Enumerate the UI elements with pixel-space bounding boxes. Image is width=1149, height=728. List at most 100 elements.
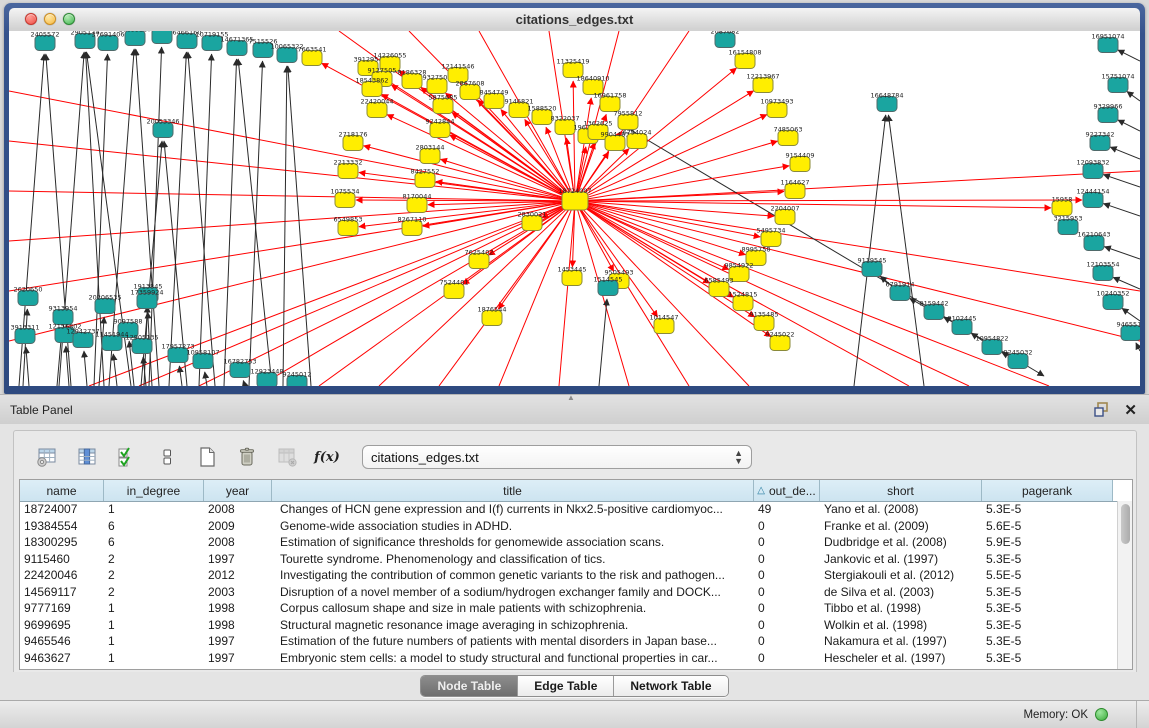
graph-node-yellow[interactable]: 2213332 xyxy=(334,159,363,179)
citation-edge-red[interactable] xyxy=(387,115,567,198)
citation-edge-red[interactable] xyxy=(499,209,572,386)
graph-node-teal[interactable]: 9245012 xyxy=(283,371,312,387)
graph-node-teal[interactable]: 9329966 xyxy=(1094,103,1123,123)
citation-edge-black[interactable] xyxy=(26,347,29,386)
citation-edge-black[interactable] xyxy=(283,66,287,386)
graph-node-yellow[interactable]: 16961758 xyxy=(593,92,626,112)
citation-edge-red[interactable] xyxy=(9,202,566,241)
citation-edge-black[interactable] xyxy=(1136,343,1140,351)
citation-edge-black[interactable] xyxy=(188,52,215,386)
graph-node-teal[interactable]: 9245032 xyxy=(1004,349,1033,369)
select-columns-button[interactable] xyxy=(114,444,140,470)
citation-edge-red[interactable] xyxy=(359,172,566,199)
table-row[interactable]: 1456911722003Disruption of a novel membe… xyxy=(20,584,1117,601)
citation-edge-black[interactable] xyxy=(113,354,117,386)
vertical-scrollbar[interactable] xyxy=(1117,501,1132,669)
splitter-notch[interactable]: ▲ xyxy=(567,394,575,402)
table-row[interactable]: 977716911998Corpus callosum shape and si… xyxy=(20,600,1117,617)
citation-edge-red[interactable] xyxy=(584,191,784,200)
table-mode-button[interactable] xyxy=(34,444,60,470)
column-header-year[interactable]: year xyxy=(204,480,272,501)
graph-node-yellow[interactable]: 12213967 xyxy=(746,73,779,93)
graph-node-yellow[interactable]: 5875685 xyxy=(429,94,458,114)
column-header-pagerank[interactable]: pagerank xyxy=(982,480,1113,501)
graph-node-yellow[interactable]: 7524401 xyxy=(440,279,469,299)
citation-edge-red[interactable] xyxy=(573,81,575,192)
column-header-short[interactable]: short xyxy=(820,480,982,501)
column-header-out_de[interactable]: △out_de... xyxy=(754,480,820,501)
graph-node-teal[interactable]: 10240352 xyxy=(1096,290,1129,310)
graph-node-yellow[interactable]: 1453445 xyxy=(558,266,587,286)
citation-edge-black[interactable] xyxy=(854,115,886,386)
float-panel-icon[interactable] xyxy=(1094,402,1112,418)
citation-edge-red[interactable] xyxy=(580,209,689,386)
graph-node-yellow[interactable]: 7625402 xyxy=(465,249,494,269)
graph-node-yellow[interactable]: 9327508 xyxy=(423,74,452,94)
citation-edge-black[interactable] xyxy=(1110,147,1140,159)
graph-node-teal[interactable]: 9227342 xyxy=(1086,131,1115,151)
citation-edge-black[interactable] xyxy=(599,299,607,386)
graph-node-teal[interactable]: 1514545 xyxy=(594,276,623,296)
graph-node-yellow[interactable]: 15958 xyxy=(1052,196,1073,216)
graph-node-yellow[interactable]: 22420044 xyxy=(360,98,393,118)
graph-node-yellow[interactable]: 2718176 xyxy=(339,131,368,151)
delete-table-button[interactable] xyxy=(274,444,300,470)
graph-node-teal[interactable]: 15751074 xyxy=(1101,73,1134,93)
citation-edge-red[interactable] xyxy=(9,191,566,201)
graph-node-yellow[interactable]: 8170044 xyxy=(403,193,432,213)
graph-node-yellow[interactable]: 1876544 xyxy=(478,306,507,326)
graph-node-yellow[interactable]: 1014547 xyxy=(650,314,679,334)
citation-edge-red[interactable] xyxy=(578,210,629,386)
citation-edge-black[interactable] xyxy=(179,366,182,386)
table-row[interactable]: 969969511998Structural magnetic resonanc… xyxy=(20,617,1117,634)
graph-node-teal[interactable]: 2620650 xyxy=(14,286,43,306)
graph-node-teal[interactable]: 9313954 xyxy=(49,305,78,325)
table-row[interactable]: 946362711997Embryonic stem cells: a mode… xyxy=(20,650,1117,667)
citation-edge-red[interactable] xyxy=(577,147,586,192)
citation-edge-black[interactable] xyxy=(1127,91,1140,101)
citation-edge-black[interactable] xyxy=(1104,247,1140,259)
graph-node-yellow[interactable]: 5495734 xyxy=(757,227,786,247)
table-row[interactable]: 1938455462009Genome-wide association stu… xyxy=(20,518,1117,535)
graph-node-teal[interactable]: 2405572 xyxy=(31,31,60,51)
graph-node-teal[interactable]: 16951074 xyxy=(1091,33,1124,53)
graph-node-teal[interactable]: 11451944 xyxy=(95,331,128,351)
graph-node-yellow[interactable]: 8427552 xyxy=(411,168,440,188)
close-panel-icon[interactable]: ✕ xyxy=(1124,401,1137,419)
citation-edge-black[interactable] xyxy=(205,372,207,386)
row-options-button[interactable] xyxy=(154,444,180,470)
table-row[interactable]: 1872400712008Changes of HCN gene express… xyxy=(20,501,1117,518)
citation-edge-black[interactable] xyxy=(888,115,924,386)
graph-node-yellow[interactable]: 7955812 xyxy=(614,110,643,130)
graph-node-teal[interactable]: 3913311 xyxy=(11,324,40,344)
citation-edge-black[interactable] xyxy=(224,59,237,386)
citation-edge-red[interactable] xyxy=(566,138,573,192)
graph-node-teal[interactable]: 6791914 xyxy=(886,281,915,301)
memory-ok-indicator[interactable] xyxy=(1095,708,1108,721)
network-view-canvas[interactable]: 1872400739129541422605591275051854386281… xyxy=(9,31,1140,386)
graph-node-teal[interactable]: 10958107 xyxy=(186,349,219,369)
table-row[interactable]: 1830029562008Estimation of significance … xyxy=(20,534,1117,551)
citation-edge-black[interactable] xyxy=(84,351,87,386)
graph-node-teal[interactable]: 2087682 xyxy=(711,31,740,48)
graph-node-teal[interactable]: 9102445 xyxy=(948,315,977,335)
show-columns-button[interactable] xyxy=(74,444,100,470)
zoom-window-button[interactable] xyxy=(63,13,75,25)
minimize-window-button[interactable] xyxy=(44,13,56,25)
tab-node-table[interactable]: Node Table xyxy=(421,676,518,696)
table-row[interactable]: 911546021997Tourette syndrome. Phenomeno… xyxy=(20,551,1117,568)
graph-node-yellow[interactable]: 2803144 xyxy=(416,144,445,164)
graph-node-yellow[interactable]: 16154808 xyxy=(728,49,761,69)
graph-node-teal[interactable]: 37691406 xyxy=(91,31,124,51)
scrollbar-thumb[interactable] xyxy=(1121,504,1130,544)
network-graph[interactable]: 1872400739129541422605591275051854386281… xyxy=(9,31,1140,386)
citation-edge-black[interactable] xyxy=(1103,175,1140,187)
graph-node-teal[interactable]: 17359924 xyxy=(130,289,163,309)
table-row[interactable]: 946554611997Estimation of the future num… xyxy=(20,633,1117,650)
graph-node-teal[interactable]: 9159442 xyxy=(920,300,949,320)
citation-edge-black[interactable] xyxy=(243,380,245,386)
graph-node-yellow[interactable]: 6549853 xyxy=(334,216,363,236)
citation-edge-red[interactable] xyxy=(463,206,568,284)
graph-node-yellow[interactable]: 18724007 xyxy=(558,187,591,210)
graph-node-yellow[interactable]: 10973493 xyxy=(760,98,793,118)
